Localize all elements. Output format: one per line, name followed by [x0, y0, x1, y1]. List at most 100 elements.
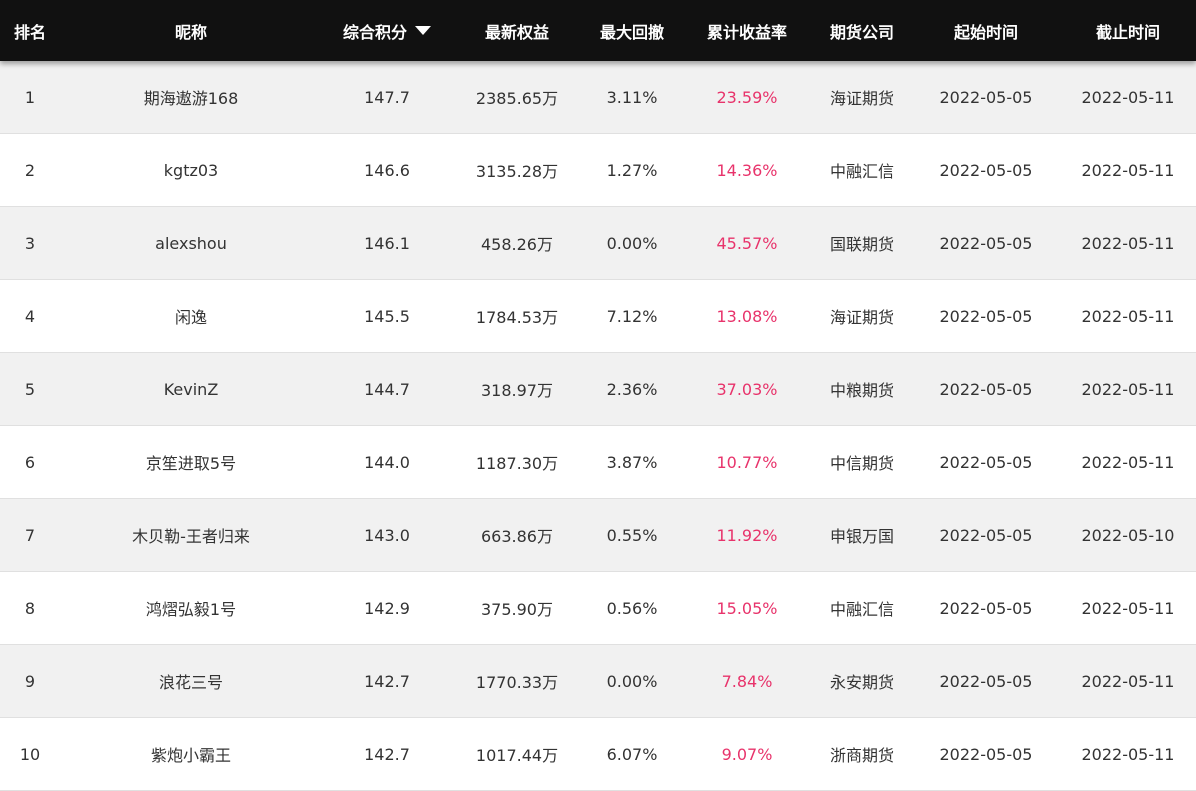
- cell-name: 木贝勒-王者归来: [132, 527, 250, 546]
- cell-company: 海证期货: [829, 308, 894, 327]
- header-equity: 最新权益: [484, 22, 549, 42]
- cell-start: 2022-05-05: [939, 452, 1033, 472]
- caret-down-icon[interactable]: [415, 26, 431, 35]
- table-row: 5 KevinZ 144.7 318.97万 2.36% 37.03% 中粮期货…: [0, 353, 1196, 426]
- table-header: 排名 昵称 综合积分 最新权益 最大回撤 累计收益率 期货公司 起始时间 截止时…: [0, 0, 1196, 61]
- cell-rank: 10: [19, 744, 41, 764]
- cell-score: 142.7: [364, 744, 410, 764]
- header-name: 昵称: [174, 22, 207, 42]
- table-row: 6 京笙进取5号 144.0 1187.30万 3.87% 10.77% 中信期…: [0, 426, 1196, 499]
- cell-score: 142.9: [364, 598, 410, 618]
- cell-start: 2022-05-05: [939, 525, 1033, 545]
- cell-drawdown: 6.07%: [606, 744, 658, 764]
- cell-name: 期海遨游168: [143, 89, 239, 108]
- cell-equity: 318.97万: [481, 381, 553, 400]
- cell-score: 144.0: [364, 452, 410, 472]
- table-body: 1 期海遨游168 147.7 2385.65万 3.11% 23.59% 海证…: [0, 61, 1196, 791]
- cell-start: 2022-05-05: [939, 671, 1033, 691]
- cell-end: 2022-05-11: [1081, 233, 1175, 253]
- header-score-label: 综合积分: [342, 22, 407, 42]
- cell-score: 146.1: [364, 233, 410, 253]
- ranking-table: 排名 昵称 综合积分 最新权益 最大回撤 累计收益率 期货公司 起始时间 截止时…: [0, 0, 1196, 791]
- cell-drawdown: 0.56%: [606, 598, 658, 618]
- cell-start: 2022-05-05: [939, 87, 1033, 107]
- cell-score: 142.7: [364, 671, 410, 691]
- cell-return: 45.57%: [716, 233, 778, 253]
- cell-drawdown: 2.36%: [606, 379, 658, 399]
- header-start: 起始时间: [953, 22, 1018, 42]
- cell-equity: 3135.28万: [475, 162, 559, 181]
- cell-equity: 1017.44万: [475, 746, 559, 765]
- cell-score: 145.5: [364, 306, 410, 326]
- cell-end: 2022-05-11: [1081, 379, 1175, 399]
- cell-start: 2022-05-05: [939, 379, 1033, 399]
- cell-company: 中融汇信: [829, 600, 894, 619]
- cell-rank: 9: [24, 671, 36, 691]
- cell-company: 中粮期货: [829, 381, 894, 400]
- cell-rank: 7: [24, 525, 36, 545]
- cell-drawdown: 3.11%: [606, 87, 658, 107]
- cell-start: 2022-05-05: [939, 233, 1033, 253]
- table-row: 2 kgtz03 146.6 3135.28万 1.27% 14.36% 中融汇…: [0, 134, 1196, 207]
- cell-end: 2022-05-11: [1081, 671, 1175, 691]
- cell-rank: 1: [24, 87, 36, 107]
- cell-name: 浪花三号: [158, 673, 223, 692]
- cell-equity: 1187.30万: [475, 454, 559, 473]
- cell-return: 11.92%: [716, 525, 778, 545]
- cell-start: 2022-05-05: [939, 744, 1033, 764]
- cell-equity: 2385.65万: [475, 89, 559, 108]
- cell-drawdown: 0.00%: [606, 233, 658, 253]
- cell-rank: 3: [24, 233, 36, 253]
- cell-score: 143.0: [364, 525, 410, 545]
- cell-return: 14.36%: [716, 160, 778, 180]
- cell-score: 144.7: [364, 379, 410, 399]
- cell-rank: 6: [24, 452, 36, 472]
- cell-score: 147.7: [364, 87, 410, 107]
- cell-drawdown: 0.55%: [606, 525, 658, 545]
- cell-drawdown: 0.00%: [606, 671, 658, 691]
- cell-name: 鸿熠弘毅1号: [145, 600, 237, 619]
- header-score-sort[interactable]: 综合积分: [322, 0, 452, 61]
- cell-drawdown: 1.27%: [606, 160, 658, 180]
- cell-end: 2022-05-11: [1081, 87, 1175, 107]
- cell-return: 7.84%: [721, 671, 773, 691]
- header-rank: 排名: [13, 22, 46, 42]
- cell-end: 2022-05-10: [1081, 525, 1175, 545]
- cell-end: 2022-05-11: [1081, 306, 1175, 326]
- cell-score: 146.6: [364, 160, 410, 180]
- cell-end: 2022-05-11: [1081, 598, 1175, 618]
- cell-end: 2022-05-11: [1081, 160, 1175, 180]
- cell-return: 23.59%: [716, 87, 778, 107]
- cell-end: 2022-05-11: [1081, 744, 1175, 764]
- cell-company: 中融汇信: [829, 162, 894, 181]
- cell-rank: 4: [24, 306, 36, 326]
- cell-name: alexshou: [155, 233, 227, 253]
- cell-return: 15.05%: [716, 598, 778, 618]
- cell-name: 紫炮小霸王: [150, 746, 231, 765]
- table-row: 4 闲逸 145.5 1784.53万 7.12% 13.08% 海证期货 20…: [0, 280, 1196, 353]
- cell-return: 13.08%: [716, 306, 778, 326]
- cell-equity: 458.26万: [481, 235, 553, 254]
- cell-equity: 375.90万: [481, 600, 553, 619]
- cell-return: 10.77%: [716, 452, 778, 472]
- table-row: 3 alexshou 146.1 458.26万 0.00% 45.57% 国联…: [0, 207, 1196, 280]
- cell-name: 闲逸: [174, 308, 207, 327]
- cell-drawdown: 3.87%: [606, 452, 658, 472]
- cell-name: kgtz03: [163, 160, 219, 180]
- cell-return: 9.07%: [721, 744, 773, 764]
- cell-company: 国联期货: [829, 235, 894, 254]
- cell-company: 申银万国: [829, 527, 894, 546]
- cell-name: KevinZ: [163, 379, 219, 399]
- cell-equity: 663.86万: [481, 527, 553, 546]
- cell-start: 2022-05-05: [939, 160, 1033, 180]
- cell-name: 京笙进取5号: [145, 454, 237, 473]
- cell-company: 浙商期货: [829, 746, 894, 765]
- cell-equity: 1784.53万: [475, 308, 559, 327]
- cell-rank: 5: [24, 379, 36, 399]
- cell-start: 2022-05-05: [939, 598, 1033, 618]
- table-row: 9 浪花三号 142.7 1770.33万 0.00% 7.84% 永安期货 2…: [0, 645, 1196, 718]
- cell-equity: 1770.33万: [475, 673, 559, 692]
- header-return: 累计收益率: [706, 22, 787, 42]
- cell-rank: 2: [24, 160, 36, 180]
- cell-company: 海证期货: [829, 89, 894, 108]
